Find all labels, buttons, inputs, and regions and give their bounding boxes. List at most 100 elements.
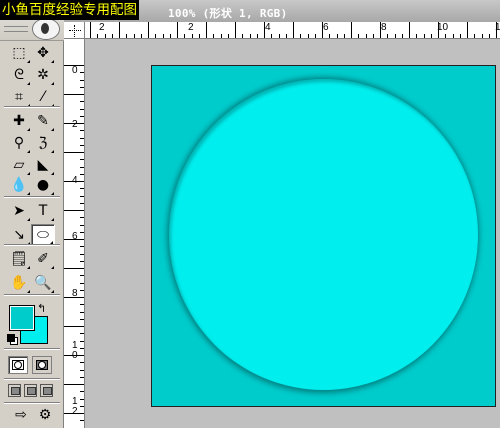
ruler-tick: [409, 22, 410, 38]
move-icon[interactable]: ✥: [31, 42, 55, 64]
ruler-label: 6: [323, 22, 329, 33]
swap-colors-icon[interactable]: ↰: [37, 302, 46, 315]
ruler-label: 1 0: [72, 340, 78, 361]
ruler-tick: [163, 34, 164, 38]
crop-icon[interactable]: ⌗: [7, 86, 31, 108]
canvas-area[interactable]: [85, 39, 500, 428]
ruler-tick: [80, 290, 84, 291]
path-selection-icon[interactable]: ➤: [7, 200, 31, 222]
full-screen-menu-mode-button[interactable]: [24, 384, 37, 397]
ruler-tick: [80, 130, 84, 131]
brush-icon[interactable]: ✎: [31, 110, 55, 132]
ellipse-shape-icon[interactable]: ⬭: [31, 224, 55, 246]
toolbox-divider: [4, 348, 60, 350]
ruler-tick: [64, 384, 84, 385]
zoom-icon[interactable]: 🔍: [31, 272, 55, 294]
foreground-color-swatch[interactable]: [9, 305, 35, 331]
ruler-tick: [213, 34, 214, 38]
blur-icon[interactable]: 💧: [7, 174, 31, 196]
toolbox: ⬚ ✥ ᘓ ✲ ⌗ ⁄ ✚ ✎ ⚲ ℨ ▱ ◣ 💧 ● ➤ T ↘ ⬭ 🗒 ✐ ✋ 🔍 ↰ ⇨ ⚙: [0, 0, 64, 428]
ruler-tick: [64, 326, 84, 327]
lasso-icon[interactable]: ᘓ: [7, 64, 31, 86]
ruler-tick: [80, 399, 84, 400]
ruler-tick: [119, 22, 120, 38]
pen-icon[interactable]: ↘: [7, 224, 31, 246]
ruler-label: 8: [72, 288, 78, 299]
ruler-tick: [424, 34, 425, 38]
full-screen-mode-button[interactable]: [40, 384, 53, 397]
ruler-tick: [80, 72, 84, 73]
ruler-label: 4: [72, 175, 78, 186]
vertical-ruler[interactable]: 0 2 4 6 8 1 0 1 2: [64, 39, 85, 428]
ruler-tick: [395, 34, 396, 38]
ruler-label: 2: [99, 22, 105, 33]
ruler-tick: [250, 34, 251, 38]
ruler-label: 4: [265, 22, 271, 33]
ruler-tick: [184, 34, 185, 38]
history-brush-icon[interactable]: ℨ: [31, 132, 55, 154]
ruler-tick: [192, 34, 193, 38]
imageready-icon[interactable]: ⚙: [33, 404, 57, 426]
ruler-tick: [80, 109, 84, 110]
ruler-tick: [206, 22, 207, 38]
ruler-tick: [329, 34, 330, 38]
ellipse-shape[interactable]: [169, 79, 478, 390]
horizontal-ruler[interactable]: 2 2 4 6 8 10 12: [85, 22, 500, 39]
jump-to-imageready-icon[interactable]: ⇨: [7, 404, 35, 426]
healing-brush-icon[interactable]: ✚: [7, 110, 31, 132]
ruler-tick: [271, 34, 272, 38]
standard-screen-mode-button[interactable]: [8, 384, 21, 397]
ruler-tick: [80, 391, 84, 392]
type-icon[interactable]: T: [31, 200, 55, 222]
standard-mode-button[interactable]: [8, 356, 28, 374]
ruler-tick: [315, 34, 316, 38]
ruler-tick: [80, 188, 84, 189]
ruler-tick: [80, 116, 84, 117]
ruler-tick: [90, 22, 91, 38]
quick-mask-mode-button[interactable]: [32, 356, 52, 374]
document-canvas[interactable]: [151, 65, 496, 407]
ruler-origin[interactable]: [64, 22, 85, 39]
ruler-tick: [445, 34, 446, 38]
marquee-icon[interactable]: ⬚: [7, 42, 31, 64]
hand-icon[interactable]: ✋: [7, 272, 31, 294]
ruler-label: 8: [381, 22, 387, 33]
magic-wand-icon[interactable]: ✲: [31, 64, 55, 86]
ruler-tick: [482, 34, 483, 38]
dodge-icon[interactable]: ●: [31, 174, 55, 196]
ruler-label: 6: [72, 231, 78, 242]
ruler-label: 12: [495, 23, 500, 33]
ruler-tick: [155, 34, 156, 38]
ruler-tick: [80, 87, 84, 88]
photoshop-window: ⬚ ✥ ᘓ ✲ ⌗ ⁄ ✚ ✎ ⚲ ℨ ▱ ◣ 💧 ● ➤ T ↘ ⬭ 🗒 ✐ ✋ 🔍 ↰ ⇨ ⚙ 100% (形状 1,…: [0, 0, 500, 428]
clone-stamp-icon[interactable]: ⚲: [7, 132, 31, 154]
slice-icon[interactable]: ⁄: [31, 86, 55, 108]
ruler-label: 2: [188, 22, 194, 33]
ruler-tick: [358, 34, 359, 38]
toolbox-grip[interactable]: [4, 26, 28, 32]
default-colors-icon[interactable]: [7, 334, 18, 345]
ruler-tick: [177, 22, 178, 38]
ruler-tick: [489, 34, 490, 38]
ruler-tick: [80, 217, 84, 218]
ruler-tick: [134, 34, 135, 38]
ruler-tick: [286, 34, 287, 38]
ruler-tick: [80, 333, 84, 334]
ruler-tick: [80, 159, 84, 160]
eyedropper-icon[interactable]: ✐: [31, 248, 55, 270]
toolbox-divider: [4, 378, 60, 380]
ruler-tick: [80, 196, 84, 197]
ruler-tick: [80, 341, 84, 342]
ruler-label: 10: [437, 22, 449, 33]
notes-icon[interactable]: 🗒: [7, 248, 31, 270]
ruler-tick: [80, 348, 84, 349]
paint-bucket-icon[interactable]: ◣: [31, 154, 55, 176]
ruler-tick: [80, 304, 84, 305]
eraser-icon[interactable]: ▱: [7, 154, 31, 176]
ruler-tick: [228, 34, 229, 38]
photoshop-eye-icon[interactable]: [32, 18, 60, 40]
ruler-tick: [402, 34, 403, 38]
toolbox-divider: [4, 294, 60, 296]
ruler-tick: [235, 22, 236, 38]
ruler-tick: [308, 34, 309, 38]
